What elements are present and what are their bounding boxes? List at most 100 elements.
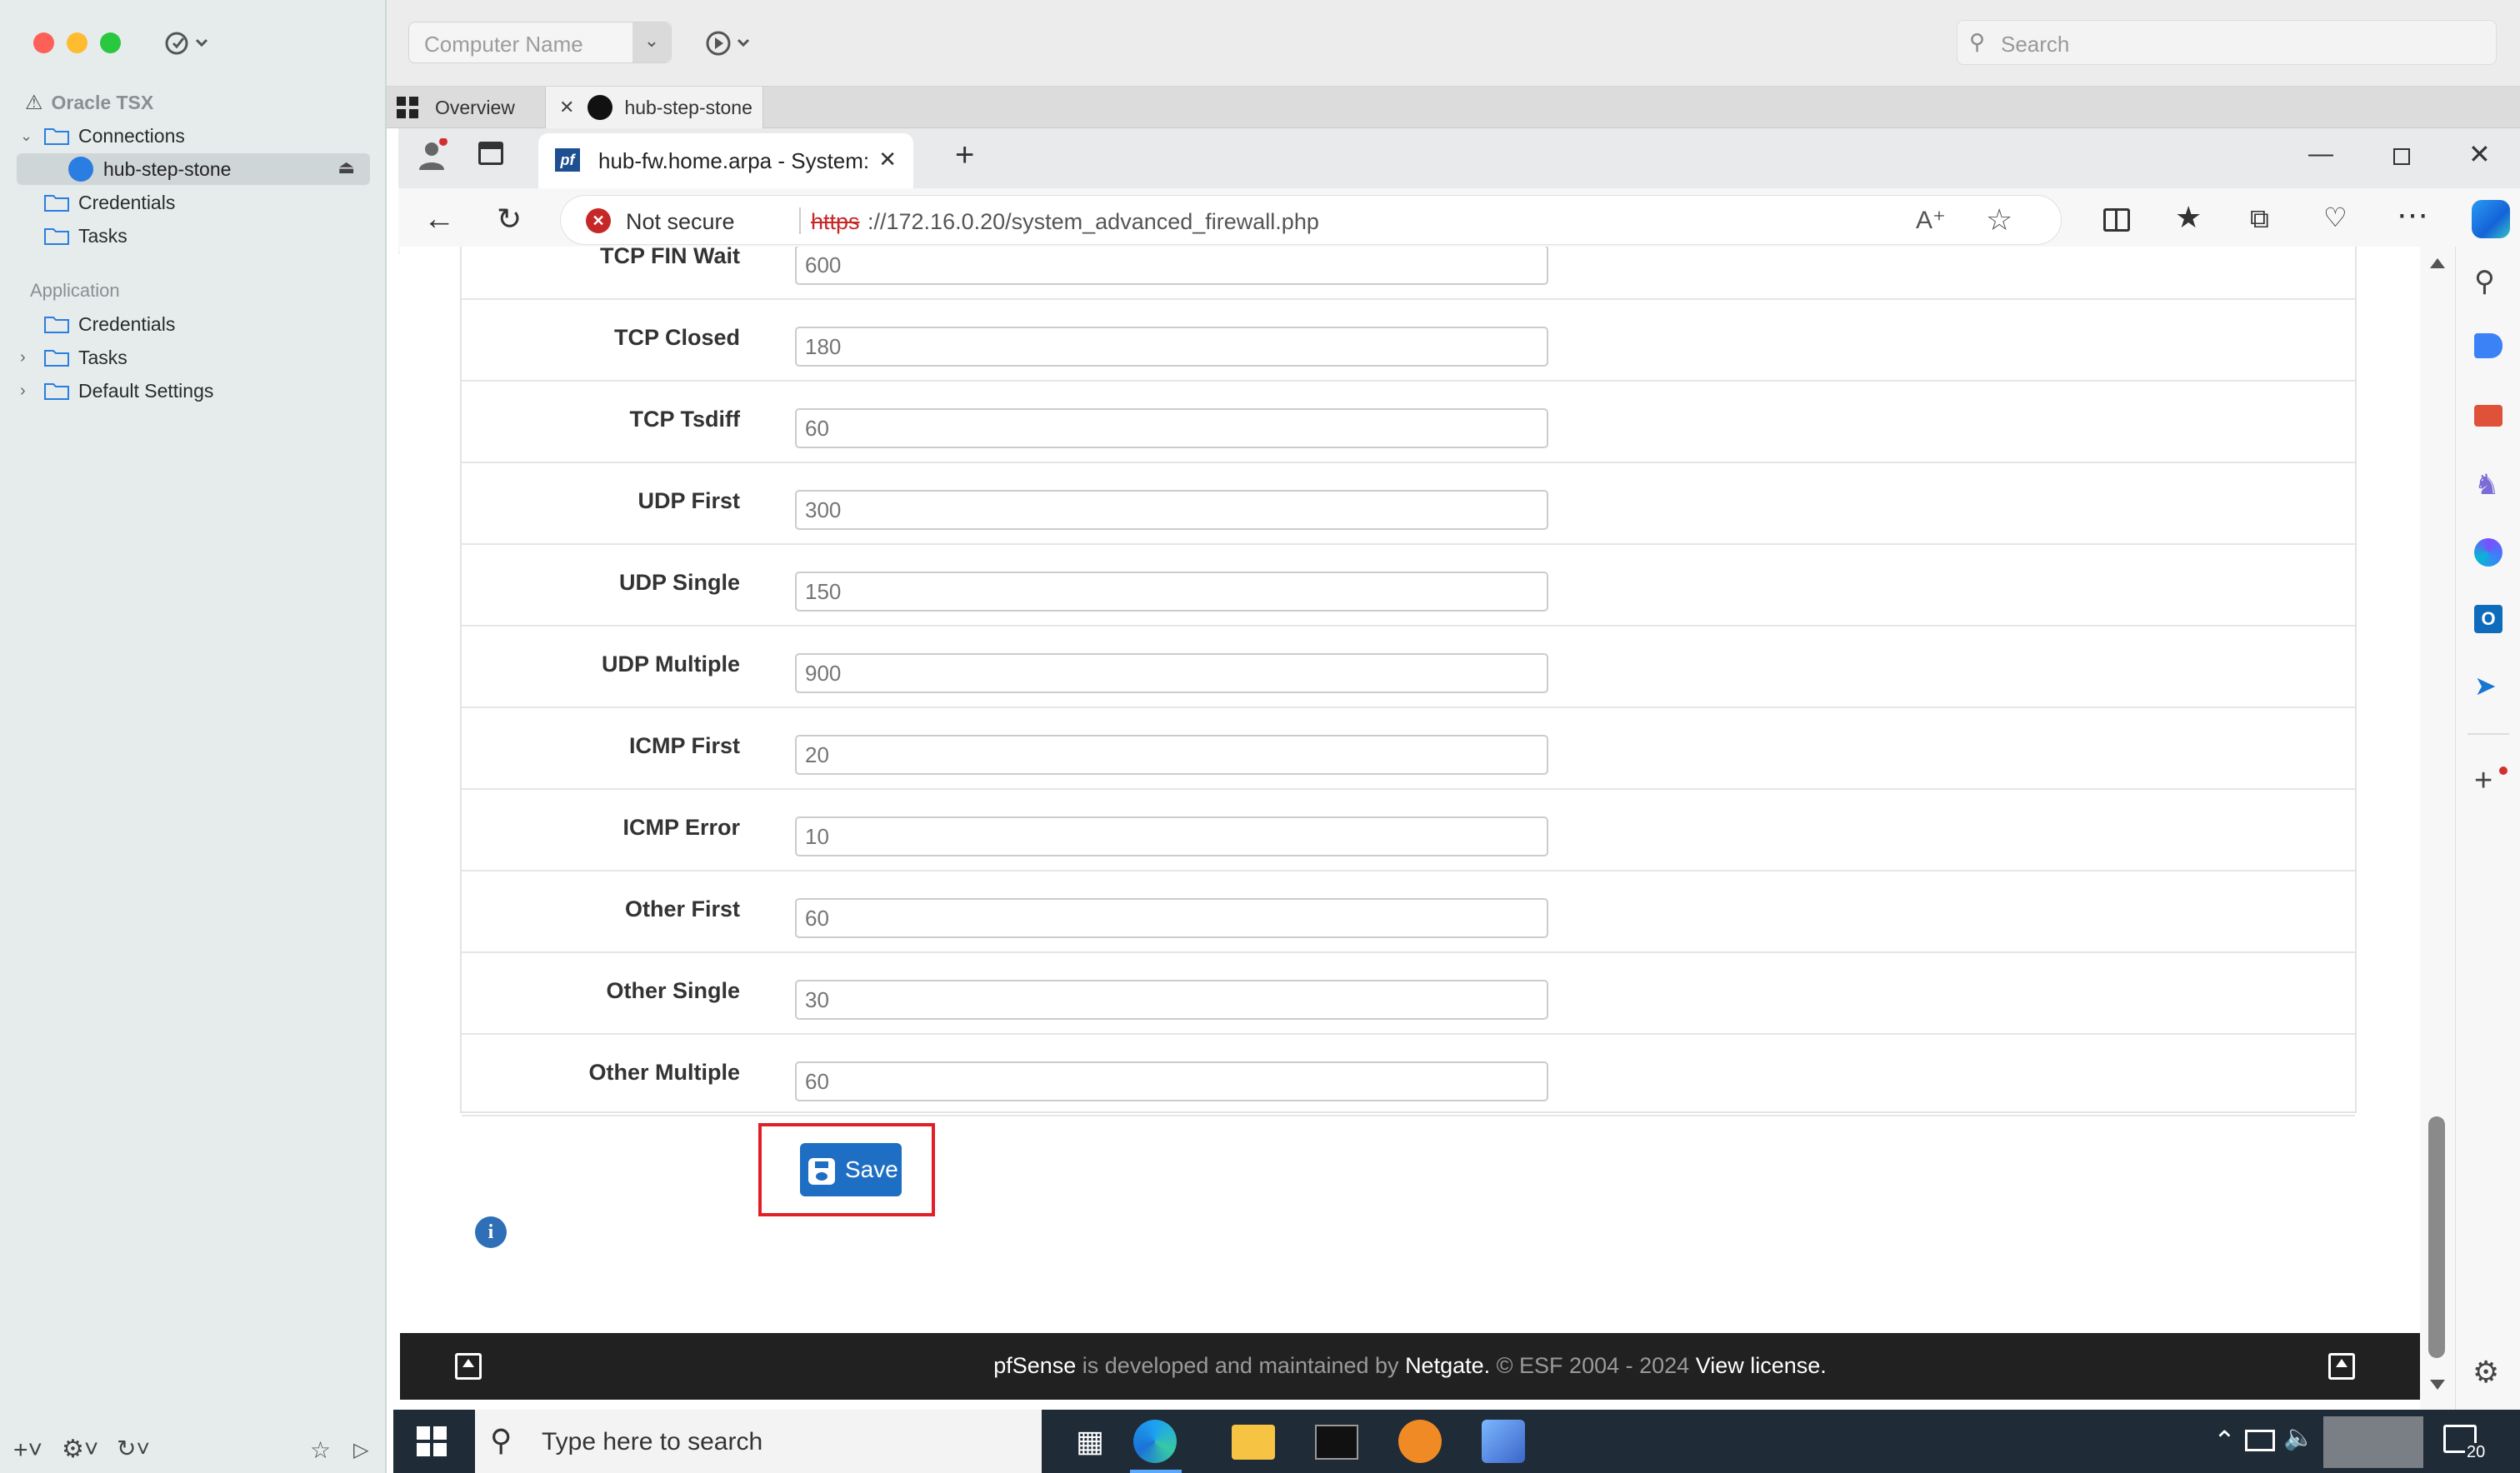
tab-session[interactable]: ✕ hub-step-stone	[545, 87, 763, 128]
chevron-right-icon[interactable]: ›	[20, 382, 37, 401]
edge-taskbar-icon[interactable]	[1133, 1420, 1177, 1463]
tab-actions-icon[interactable]	[478, 142, 503, 165]
file-explorer-icon[interactable]	[1232, 1425, 1275, 1460]
network-icon[interactable]	[2245, 1430, 2275, 1451]
tools-icon[interactable]	[2474, 405, 2502, 427]
star-icon[interactable]: ☆	[310, 1436, 331, 1464]
profile-icon[interactable]	[415, 137, 448, 172]
tab-overview[interactable]: Overview	[397, 87, 555, 128]
taskbar-clock-area[interactable]	[2323, 1416, 2423, 1468]
timeout-input[interactable]	[795, 247, 1548, 285]
search-icon[interactable]: ⚲	[2474, 265, 2495, 298]
collections-icon[interactable]: ⧉	[2250, 203, 2269, 235]
timeout-input[interactable]	[795, 898, 1548, 938]
taskbar-search[interactable]: ⚲ Type here to search	[475, 1410, 1042, 1473]
url-text: ://172.16.0.20/system_advanced_firewall.…	[868, 209, 1319, 234]
footer-text: pfSense is developed and maintained by N…	[400, 1353, 2420, 1379]
address-bar[interactable]: ✕ Not secure https ://172.16.0.20/system…	[560, 195, 2062, 245]
gear-icon[interactable]: ⚙˅	[62, 1435, 98, 1464]
tab-session-label: hub-step-stone	[624, 96, 752, 118]
chevron-up-icon[interactable]: ⌃	[2213, 1425, 2236, 1456]
timeout-input[interactable]	[795, 327, 1548, 367]
eject-icon[interactable]: ⏏	[338, 157, 355, 178]
tree-active-connection[interactable]: hub-step-stone ⏏	[17, 153, 370, 185]
footer-brand[interactable]: pfSense	[993, 1353, 1076, 1378]
timeout-input[interactable]	[795, 408, 1548, 448]
performance-icon[interactable]: ♡	[2323, 202, 2348, 233]
save-button[interactable]: Save	[800, 1143, 902, 1196]
split-screen-icon[interactable]	[2103, 208, 2130, 232]
close-tab-icon[interactable]: ✕	[878, 147, 897, 172]
settings-gear-icon[interactable]: ⚙	[2472, 1355, 2499, 1390]
games-icon[interactable]: ♞	[2474, 468, 2499, 502]
scroll-thumb[interactable]	[2428, 1116, 2445, 1358]
more-icon[interactable]: ⋯	[2397, 197, 2428, 234]
timeout-input[interactable]	[795, 653, 1548, 693]
pfsense-favicon: pf	[555, 148, 580, 172]
task-view-icon[interactable]: ▦	[1068, 1420, 1112, 1463]
zoom-window-button[interactable]	[100, 32, 121, 53]
timeout-input[interactable]	[795, 816, 1548, 856]
chevron-down-icon[interactable]: ⌄	[20, 127, 37, 145]
send-icon[interactable]: ➤	[2474, 670, 2497, 702]
computer-name-field[interactable]: Computer Name ⌄	[408, 22, 672, 63]
info-icon[interactable]: i	[475, 1216, 507, 1248]
favorite-star-icon[interactable]: ☆	[1986, 202, 2012, 237]
tree-credentials-label: Credentials	[78, 191, 176, 213]
footer-text-1: is developed and maintained by	[1076, 1353, 1406, 1378]
minimize-icon[interactable]: —	[2308, 140, 2333, 168]
form-row-label: Other Multiple	[588, 1060, 741, 1085]
chevron-right-icon[interactable]: ›	[20, 348, 37, 367]
app-tasks[interactable]: › Tasks	[20, 342, 128, 373]
tree-root[interactable]: ⚠ Oracle TSX	[25, 87, 153, 118]
timeout-input[interactable]	[795, 490, 1548, 530]
form-row: UDP Multiple	[462, 627, 2355, 708]
copilot-icon[interactable]	[2472, 200, 2510, 238]
add-icon[interactable]: +	[2474, 763, 2492, 799]
sync-icon[interactable]: ↻˅	[117, 1435, 150, 1462]
close-window-button[interactable]	[33, 32, 54, 53]
back-icon[interactable]: ←	[423, 202, 455, 237]
shopping-tag-icon[interactable]	[2474, 333, 2502, 358]
browser-tab-active[interactable]: pf hub-fw.home.arpa - System: Adv ✕	[538, 133, 913, 188]
play-icon[interactable]: ▷	[353, 1438, 368, 1462]
close-icon[interactable]: ✕	[2468, 138, 2491, 170]
chevron-down-icon[interactable]: ⌄	[632, 22, 671, 62]
read-aloud-icon[interactable]: A⁺	[1916, 206, 1946, 235]
close-icon[interactable]: ✕	[559, 97, 574, 118]
m365-icon[interactable]	[2474, 538, 2502, 567]
network-app-icon[interactable]	[1482, 1420, 1525, 1463]
not-secure-label[interactable]: Not secure	[626, 209, 735, 235]
add-icon[interactable]: +˅	[13, 1436, 42, 1465]
restore-icon[interactable]	[2393, 148, 2410, 165]
timeout-input[interactable]	[795, 980, 1548, 1020]
not-secure-icon[interactable]: ✕	[586, 208, 611, 233]
tree-credentials[interactable]: Credentials	[43, 187, 175, 218]
footer-license[interactable]: View license.	[1696, 1353, 1827, 1378]
app-credentials[interactable]: Credentials	[43, 308, 175, 340]
timeout-input[interactable]	[795, 1061, 1548, 1101]
footer-company[interactable]: Netgate.	[1405, 1353, 1490, 1378]
terminal-icon[interactable]	[1315, 1425, 1358, 1460]
tree-tasks[interactable]: Tasks	[43, 220, 128, 252]
scroll-down-arrow[interactable]	[2430, 1380, 2445, 1390]
new-tab-icon[interactable]: +	[955, 137, 974, 174]
app-orange-icon[interactable]	[1398, 1420, 1442, 1463]
timeout-input[interactable]	[795, 735, 1548, 775]
windows-start-icon[interactable]	[417, 1426, 447, 1456]
favorites-icon[interactable]: ★	[2175, 200, 2202, 235]
play-menu-icon[interactable]	[703, 27, 762, 60]
scroll-top-icon[interactable]	[2328, 1353, 2355, 1380]
connect-menu-icon[interactable]	[163, 27, 213, 60]
refresh-icon[interactable]: ↻	[497, 202, 522, 237]
timeout-input[interactable]	[795, 572, 1548, 612]
tree-connections[interactable]: ⌄ Connections	[20, 120, 185, 152]
scroll-up-arrow[interactable]	[2430, 258, 2445, 268]
default-settings[interactable]: › Default Settings	[20, 375, 213, 407]
volume-muted-icon[interactable]: 🔈	[2283, 1423, 2314, 1452]
outlook-icon[interactable]: O	[2474, 605, 2502, 633]
search-field[interactable]: ⚲ Search	[1957, 20, 2497, 65]
page-scrollbar[interactable]	[2420, 247, 2455, 1410]
minimize-window-button[interactable]	[67, 32, 88, 53]
folder-icon	[43, 192, 70, 212]
